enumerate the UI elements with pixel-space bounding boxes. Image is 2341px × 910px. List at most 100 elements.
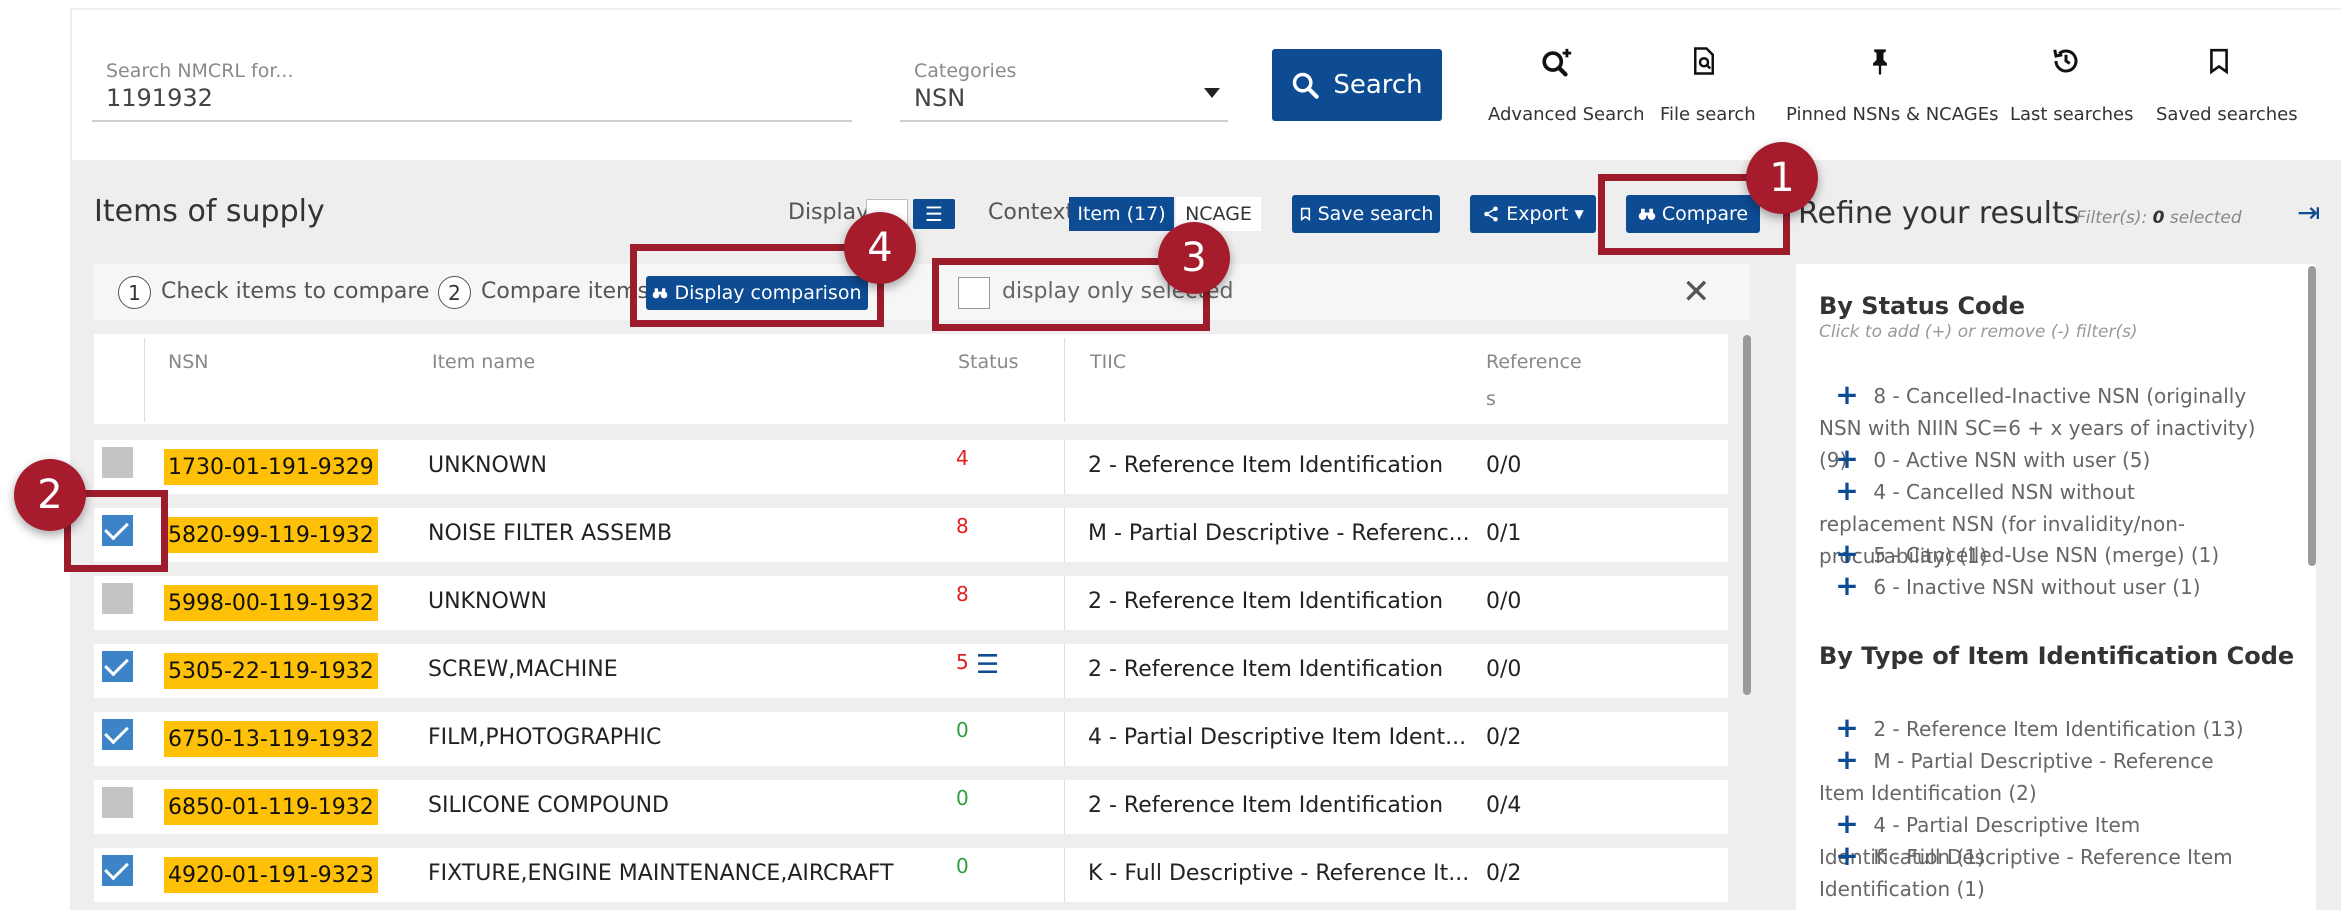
tiic-cell: 2 - Reference Item Identification bbox=[1088, 453, 1444, 478]
categories-label: Categories bbox=[914, 60, 1017, 82]
tiic-cell: M - Partial Descriptive - Referenc... bbox=[1088, 521, 1470, 546]
references-cell: 0/2 bbox=[1486, 725, 1522, 750]
header-status[interactable]: Status bbox=[958, 351, 1019, 373]
nsn-cell[interactable]: 1730-01-191-9329 bbox=[164, 449, 378, 485]
plus-icon[interactable]: + bbox=[1827, 538, 1867, 570]
tiic-cell: 2 - Reference Item Identification bbox=[1088, 589, 1444, 614]
header-item-name[interactable]: Item name bbox=[432, 351, 535, 373]
save-search-button[interactable]: Save search bbox=[1292, 195, 1440, 233]
filter-label: 2 - Reference Item Identification (13) bbox=[1873, 717, 2244, 741]
step-2-text: Compare items bbox=[481, 279, 649, 304]
table-row[interactable]: 5998-00-119-1932 UNKNOWN 8 2 - Reference It… bbox=[94, 576, 1728, 630]
filter-label: 6 - Inactive NSN without user (1) bbox=[1873, 575, 2201, 599]
table-row[interactable]: 5305-22-119-1932 SCREW,MACHINE 5 ☰ 2 - Refer… bbox=[94, 644, 1728, 698]
column-separator bbox=[1064, 576, 1065, 630]
plus-icon[interactable]: + bbox=[1827, 840, 1867, 872]
filter-status-6[interactable]: + 6 - Inactive NSN without user (1) bbox=[1819, 570, 2259, 603]
column-separator bbox=[144, 338, 145, 422]
search-input-label: Search NMCRL for... bbox=[106, 60, 294, 82]
categories-select[interactable]: Categories NSN bbox=[900, 52, 1228, 122]
row-checkbox[interactable] bbox=[102, 719, 133, 750]
row-checkbox[interactable] bbox=[102, 447, 133, 478]
nsn-cell[interactable]: 6750-13-119-1932 bbox=[164, 721, 378, 757]
plus-icon[interactable]: + bbox=[1827, 808, 1867, 840]
filter-label: M - Partial Descriptive - Reference Item… bbox=[1819, 749, 2214, 805]
callout-badge-3: 3 bbox=[1158, 222, 1230, 294]
table-row[interactable]: 5820-99-119-1932 NOISE FILTER ASSEMB 8 M - … bbox=[94, 508, 1728, 562]
export-button[interactable]: Export ▼ bbox=[1470, 195, 1596, 233]
plus-icon[interactable]: + bbox=[1827, 744, 1867, 776]
plus-icon[interactable]: + bbox=[1827, 443, 1867, 475]
nsn-cell[interactable]: 5305-22-119-1932 bbox=[164, 653, 378, 689]
plus-icon[interactable]: + bbox=[1827, 570, 1867, 602]
filter-label: 0 - Active NSN with user (5) bbox=[1873, 448, 2151, 472]
column-separator bbox=[1064, 338, 1065, 422]
plus-icon[interactable]: + bbox=[1827, 475, 1867, 507]
last-searches-button[interactable]: Last searches bbox=[2010, 46, 2133, 125]
table-row[interactable]: 4920-01-191-9323 FIXTURE,ENGINE MAINTENAN… bbox=[94, 848, 1728, 902]
list-view-button[interactable]: ☰ bbox=[913, 199, 955, 229]
filter-status-5[interactable]: + 5 - Cancelled-Use NSN (merge) (1) bbox=[1819, 538, 2259, 571]
collapse-panel-icon[interactable]: ⇥ bbox=[2297, 196, 2320, 229]
pinned-button[interactable]: Pinned NSNs & NCAGEs bbox=[1786, 46, 1998, 125]
callout-badge-4: 4 bbox=[844, 212, 916, 284]
nsn-cell[interactable]: 5820-99-119-1932 bbox=[164, 517, 378, 553]
filter-status-0[interactable]: + 0 - Active NSN with user (5) bbox=[1819, 443, 2259, 476]
chevron-down-icon[interactable] bbox=[1204, 88, 1220, 98]
step-2-number: 2 bbox=[438, 276, 471, 309]
filter-label: 5 - Cancelled-Use NSN (merge) (1) bbox=[1873, 543, 2220, 567]
table-row[interactable]: 6850-01-119-1932 SILICONE COMPOUND 0 2 - Re… bbox=[94, 780, 1728, 834]
plus-icon[interactable]: + bbox=[1827, 379, 1867, 411]
item-name-cell: UNKNOWN bbox=[428, 589, 547, 614]
header-tiic[interactable]: TIIC bbox=[1090, 351, 1126, 373]
filter-tiic-k[interactable]: + K - Full Descriptive - Reference Item … bbox=[1819, 840, 2259, 905]
table-row[interactable]: 1730-01-191-9329 UNKNOWN 4 2 - Reference It… bbox=[94, 440, 1728, 494]
item-name-cell: FILM,PHOTOGRAPHIC bbox=[428, 725, 662, 750]
facet-status-code-title: By Status Code bbox=[1819, 292, 2026, 320]
close-icon[interactable]: ✕ bbox=[1682, 275, 1711, 309]
item-name-cell: SILICONE COMPOUND bbox=[428, 793, 669, 818]
nsn-cell[interactable]: 4920-01-191-9323 bbox=[164, 857, 378, 893]
tiic-cell: 2 - Reference Item Identification bbox=[1088, 793, 1444, 818]
header-nsn[interactable]: NSN bbox=[168, 351, 209, 373]
saved-searches-button[interactable]: Saved searches bbox=[2156, 46, 2298, 125]
references-cell: 0/0 bbox=[1486, 453, 1522, 478]
search-input-value[interactable]: 1191932 bbox=[106, 84, 213, 112]
filters-label: Filter(s): bbox=[2076, 208, 2148, 228]
search-button[interactable]: Search bbox=[1272, 49, 1442, 121]
tiic-cell: 4 - Partial Descriptive Item Ident... bbox=[1088, 725, 1467, 750]
filter-tiic-m[interactable]: + M - Partial Descriptive - Reference It… bbox=[1819, 744, 2259, 809]
filters-selected-note: Filter(s): 0 selected bbox=[2076, 208, 2242, 228]
context-tab-item[interactable]: Item (17) bbox=[1069, 197, 1174, 231]
row-checkbox[interactable] bbox=[102, 855, 133, 886]
item-name-cell: NOISE FILTER ASSEMB bbox=[428, 521, 673, 546]
status-cell: 4 bbox=[956, 446, 969, 470]
item-name-cell: SCREW,MACHINE bbox=[428, 657, 618, 682]
file-search-icon bbox=[1660, 46, 1748, 86]
nsn-cell[interactable]: 5998-00-119-1932 bbox=[164, 585, 378, 621]
table-scrollbar[interactable] bbox=[1743, 335, 1751, 695]
callout-badge-2: 2 bbox=[14, 459, 86, 531]
filters-count: 0 bbox=[2152, 208, 2165, 228]
search-input[interactable]: Search NMCRL for... 1191932 bbox=[92, 52, 852, 122]
refine-scrollbar[interactable] bbox=[2308, 266, 2316, 566]
header-references[interactable]: Reference bbox=[1486, 351, 1582, 373]
filter-label: K - Full Descriptive - Reference Item Id… bbox=[1819, 845, 2233, 901]
row-checkbox[interactable] bbox=[102, 583, 133, 614]
step-1-number: 1 bbox=[118, 276, 151, 309]
status-cell: 0 bbox=[956, 718, 969, 742]
list-icon[interactable]: ☰ bbox=[976, 650, 999, 680]
column-separator bbox=[1064, 848, 1065, 902]
filter-tiic-2[interactable]: + 2 - Reference Item Identification (13) bbox=[1819, 712, 2259, 745]
row-checkbox[interactable] bbox=[102, 651, 133, 682]
row-checkbox[interactable] bbox=[102, 787, 133, 818]
file-search-button[interactable]: File search bbox=[1660, 46, 1756, 125]
plus-icon[interactable]: + bbox=[1827, 712, 1867, 744]
table-row[interactable]: 6750-13-119-1932 FILM,PHOTOGRAPHIC 0 4 - Pa… bbox=[94, 712, 1728, 766]
column-separator bbox=[1064, 508, 1065, 562]
references-cell: 0/0 bbox=[1486, 657, 1522, 682]
advanced-search-button[interactable]: Advanced Search bbox=[1488, 46, 1644, 125]
list-icon: ☰ bbox=[925, 202, 943, 226]
save-search-label: Save search bbox=[1317, 203, 1434, 225]
nsn-cell[interactable]: 6850-01-119-1932 bbox=[164, 789, 378, 825]
